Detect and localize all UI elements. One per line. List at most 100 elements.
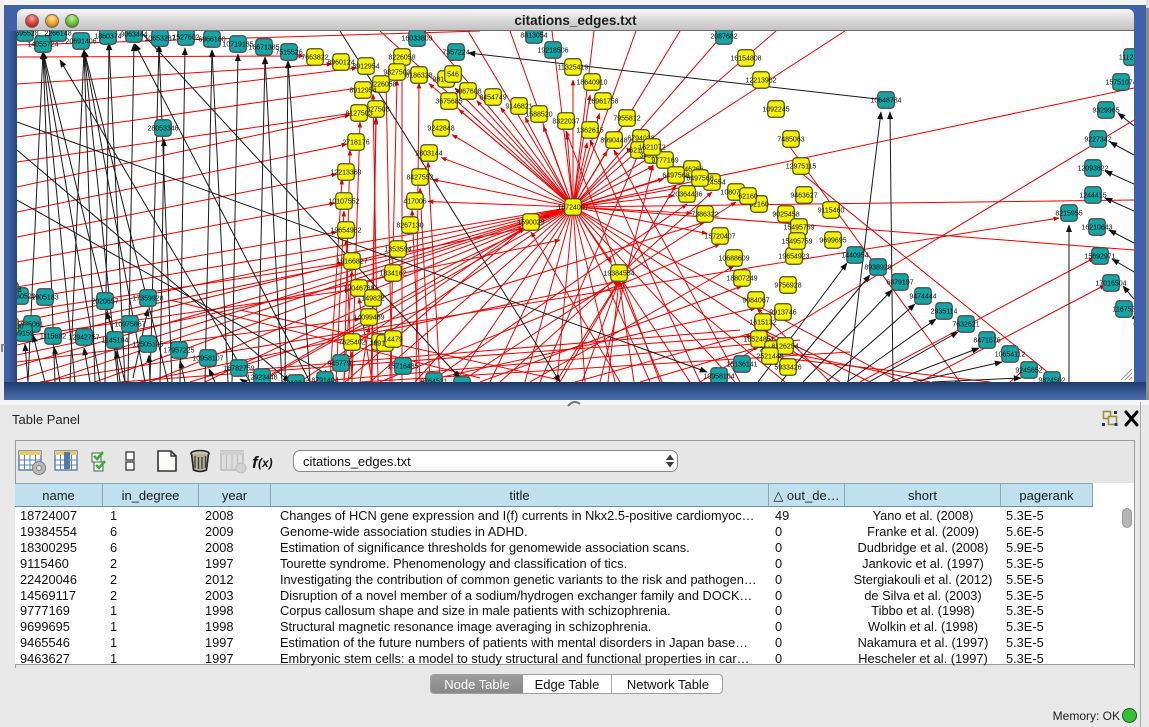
svg-text:2718176: 2718176 (342, 139, 369, 146)
svg-text:12213369: 12213369 (330, 169, 361, 176)
svg-text:8912954: 8912954 (352, 63, 379, 70)
svg-text:1362615: 1362615 (576, 127, 603, 134)
svg-text:8813054: 8813054 (520, 32, 547, 39)
svg-text:1440954: 1440954 (841, 252, 868, 259)
svg-text:7632621: 7632621 (952, 321, 979, 328)
svg-text:2803144: 2803144 (415, 150, 442, 157)
svg-text:149822: 149822 (361, 295, 384, 302)
svg-text:12093822: 12093822 (1077, 165, 1108, 172)
svg-text:8215955: 8215955 (1055, 210, 1082, 217)
svg-text:12213962: 12213962 (745, 77, 776, 84)
svg-text:8960124: 8960124 (327, 59, 354, 66)
svg-text:9824502: 9824502 (1038, 377, 1065, 382)
svg-text:9756928: 9756928 (774, 282, 801, 289)
svg-text:9463627: 9463627 (790, 192, 817, 199)
svg-text:8267130: 8267130 (396, 222, 423, 229)
svg-text:8322037: 8322037 (552, 118, 579, 125)
svg-text:12923448: 12923448 (246, 374, 277, 381)
svg-text:10975867: 10975867 (114, 321, 145, 328)
svg-text:15136141: 15136141 (726, 361, 757, 368)
svg-text:10958104: 10958104 (703, 373, 734, 380)
svg-text:8471676: 8471676 (973, 337, 1000, 344)
svg-text:16033809: 16033809 (401, 35, 432, 42)
svg-text:9810345: 9810345 (282, 380, 309, 382)
svg-text:20691406: 20691406 (65, 38, 96, 45)
svg-text:15751074: 15751074 (1105, 79, 1134, 86)
svg-text:7955812: 7955812 (613, 115, 640, 122)
svg-text:2087682: 2087682 (710, 33, 737, 40)
svg-text:8791404: 8791404 (311, 377, 338, 382)
svg-text:19654982: 19654982 (330, 227, 361, 234)
svg-text:8127503: 8127503 (345, 110, 372, 117)
svg-text:6497568: 6497568 (686, 175, 713, 182)
svg-text:9474444: 9474444 (909, 293, 936, 300)
svg-text:9457791: 9457791 (327, 360, 354, 367)
svg-text:1112503: 1112503 (1119, 54, 1134, 61)
svg-text:15495759: 15495759 (783, 224, 814, 231)
svg-text:1834162: 1834162 (379, 270, 406, 277)
svg-text:19654923: 19654923 (778, 253, 809, 260)
svg-text:1244415: 1244415 (1079, 192, 1106, 199)
svg-text:19166827: 19166827 (336, 258, 367, 265)
svg-text:2967608: 2967608 (454, 88, 481, 95)
svg-text:20364436: 20364436 (671, 191, 702, 198)
svg-text:1145194: 1145194 (102, 337, 129, 344)
svg-text:8427552: 8427552 (406, 174, 433, 181)
svg-text:15692971: 15692971 (1084, 253, 1115, 260)
svg-text:9777169: 9777169 (651, 157, 678, 164)
svg-text:(x): (x) (258, 456, 273, 470)
svg-text:15720407: 15720407 (704, 233, 735, 240)
svg-text:2521443: 2521443 (756, 353, 783, 360)
svg-text:10648784: 10648784 (870, 97, 901, 104)
svg-text:16210643: 16210643 (1081, 224, 1112, 231)
svg-text:9913746: 9913746 (769, 309, 796, 316)
svg-text:1115682: 1115682 (40, 333, 66, 340)
svg-text:7357224: 7357224 (442, 49, 469, 56)
svg-text:8938928: 8938928 (864, 264, 891, 271)
svg-text:7386322: 7386322 (691, 211, 718, 218)
svg-text:7625402: 7625402 (338, 339, 365, 346)
svg-text:9084067: 9084067 (742, 297, 769, 304)
svg-text:18807249: 18807249 (726, 275, 757, 282)
svg-text:16154808: 16154808 (730, 55, 761, 62)
svg-text:8186328: 8186328 (405, 72, 432, 79)
svg-text:10107552: 10107552 (328, 198, 359, 205)
svg-text:28053346: 28053346 (147, 125, 178, 132)
svg-text:10653287: 10653287 (144, 35, 175, 42)
svg-text:116753: 116753 (1113, 306, 1134, 313)
svg-text:1615132: 1615132 (749, 319, 776, 326)
svg-text:9329965: 9329965 (1092, 107, 1119, 114)
svg-text:1353594: 1353594 (384, 246, 411, 253)
svg-text:2266148: 2266148 (44, 31, 71, 37)
svg-text:19384554: 19384554 (603, 270, 634, 277)
svg-text:9025458: 9025458 (772, 211, 799, 218)
svg-text:1527602: 1527602 (172, 34, 199, 41)
svg-text:16961758: 16961758 (587, 98, 618, 105)
svg-text:1590029: 1590029 (517, 219, 544, 226)
svg-text:8990448: 8990448 (600, 137, 627, 144)
svg-text:8454749: 8454749 (479, 94, 506, 101)
svg-text:11325419: 11325419 (558, 64, 589, 71)
svg-text:12975115: 12975115 (786, 163, 817, 170)
svg-text:7663822: 7663822 (301, 54, 328, 61)
svg-text:8226058: 8226058 (388, 54, 415, 61)
svg-text:1621072: 1621072 (638, 144, 665, 151)
svg-text:9115460: 9115460 (818, 207, 845, 214)
svg-text:15716485: 15716485 (387, 363, 418, 370)
svg-text:10958107: 10958107 (192, 355, 223, 362)
svg-text:17016504: 17016504 (1095, 280, 1126, 287)
svg-text:8912954: 8912954 (349, 87, 376, 94)
svg-text:18724007: 18724007 (557, 204, 588, 211)
svg-text:3267130: 3267130 (17, 323, 24, 330)
svg-text:9227342: 9227342 (1084, 136, 1111, 143)
svg-text:9245652: 9245652 (1015, 367, 1042, 374)
svg-text:17359928: 17359928 (132, 295, 163, 302)
svg-text:2020657: 2020657 (91, 298, 118, 305)
svg-text:417006: 417006 (403, 198, 426, 205)
svg-text:546: 546 (447, 71, 459, 78)
svg-text:8595528: 8595528 (17, 31, 39, 37)
svg-text:10688609: 10688609 (718, 255, 749, 262)
svg-text:17957225: 17957225 (163, 347, 194, 354)
svg-text:9699695: 9699695 (819, 237, 846, 244)
svg-text:9242848: 9242848 (427, 125, 454, 132)
